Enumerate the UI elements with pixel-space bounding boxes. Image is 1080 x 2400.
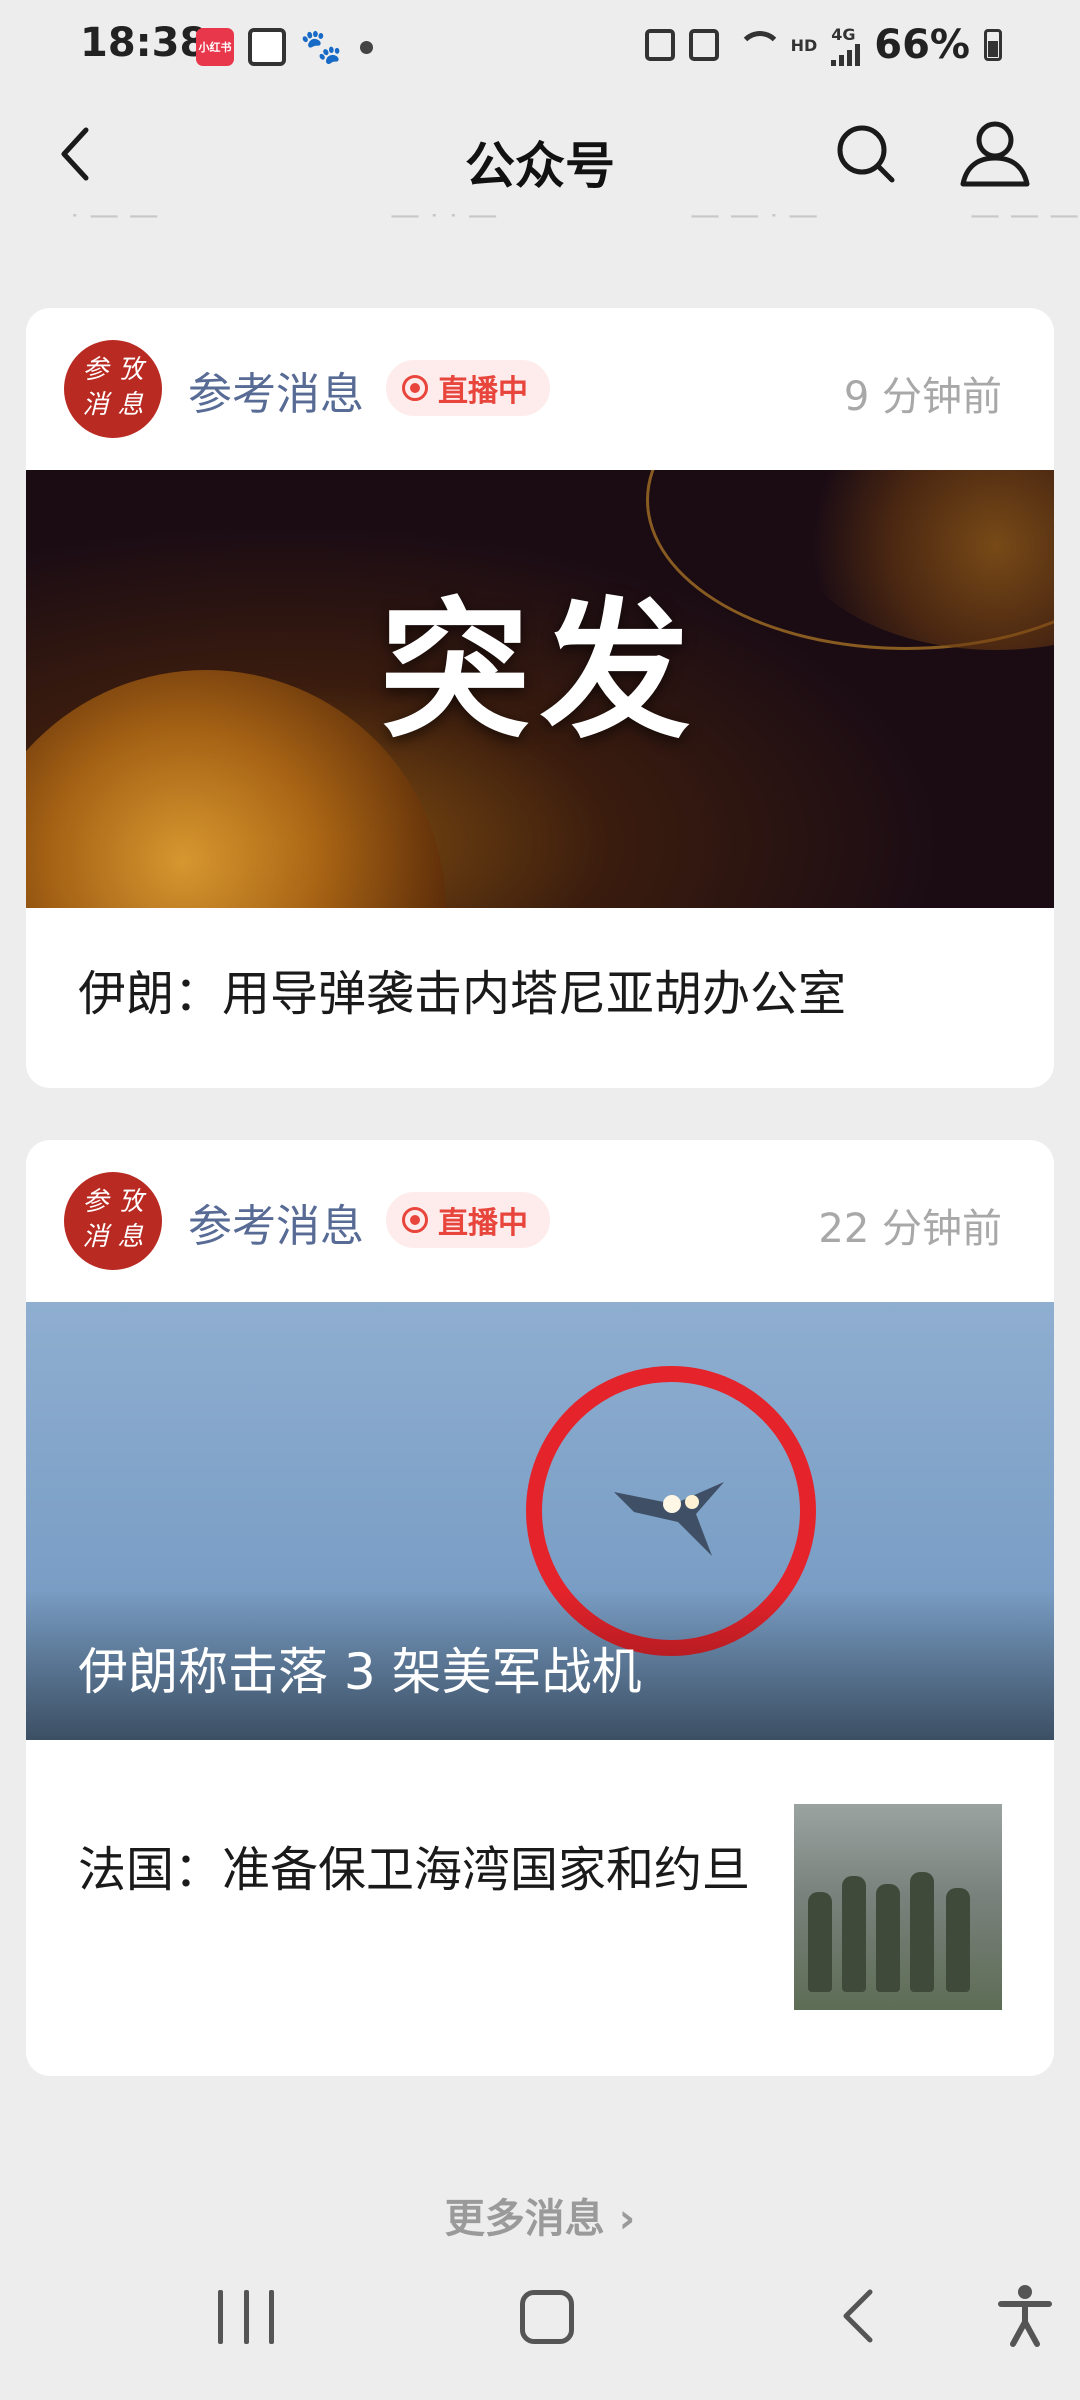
live-dot-icon (402, 1207, 428, 1233)
accessibility-icon[interactable] (995, 2282, 1055, 2348)
post-time: 22 分钟前 (818, 1206, 1002, 1252)
page-title: 公众号 (465, 137, 615, 195)
live-label: 直播中 (438, 374, 528, 409)
gallery-icon (248, 28, 286, 66)
profile-icon (960, 121, 1030, 187)
soldier-figure (876, 1884, 900, 1992)
system-indicators: HD 4G 66% (644, 22, 1002, 68)
article-title[interactable]: 法国：准备保卫海湾国家和约旦 (78, 1836, 798, 1904)
fighter-jet-graphic (614, 1482, 724, 1556)
signal-icon (831, 43, 861, 66)
article-card[interactable]: 参攷 消息 参考消息 直播中 22 分钟前 伊朗称击落 3 架美军战机 法国：准… (26, 1140, 1054, 2076)
soldier-figure (946, 1888, 970, 1992)
live-badge[interactable]: 直播中 (386, 1192, 550, 1248)
article-cover-image[interactable]: 突发 (26, 470, 1054, 908)
live-label: 直播中 (438, 1206, 528, 1241)
peek-item: · — — (70, 214, 159, 233)
system-navigation-bar (0, 2260, 1080, 2400)
more-messages-link[interactable]: 更多消息 › (0, 2186, 1080, 2244)
card-header: 参攷 消息 参考消息 直播中 9 分钟前 (26, 308, 1054, 470)
post-time: 9 分钟前 (843, 374, 1002, 420)
message-icon (644, 29, 675, 61)
account-avatar[interactable]: 参攷 消息 (64, 340, 162, 438)
card-header: 参攷 消息 参考消息 直播中 22 分钟前 (26, 1140, 1054, 1302)
sim-icon (688, 29, 719, 61)
live-badge[interactable]: 直播中 (386, 360, 550, 416)
xiaohongshu-icon: 小红书 (196, 28, 234, 66)
account-name[interactable]: 参考消息 (188, 358, 364, 422)
baidu-icon: 🐾 (300, 27, 343, 67)
peek-item: — · · — (390, 214, 498, 233)
soldier-figure (808, 1892, 832, 1992)
article-card[interactable]: 参攷 消息 参考消息 直播中 9 分钟前 突发 伊朗：用导弹袭击内塔尼亚胡办公室 (26, 308, 1054, 1088)
search-icon (837, 125, 895, 183)
screen: 18:38 小红书 🐾 HD 4G 66% 公众号 · — — — · · — … (0, 0, 1080, 2400)
hd-label: HD (790, 35, 818, 55)
article-title[interactable]: 伊朗：用导弹袭击内塔尼亚胡办公室 (78, 954, 846, 1024)
avatar-logo: 参攷 消息 (82, 355, 144, 420)
more-notifications-dot-icon (360, 40, 373, 54)
soldier-figure (910, 1872, 934, 1992)
list-item[interactable]: 法国：准备保卫海湾国家和约旦 (26, 1740, 1054, 2076)
soldier-figure (842, 1876, 866, 1992)
notification-icons: 小红书 🐾 (196, 28, 373, 66)
cover-headline: 突发 (379, 585, 700, 759)
article-thumbnail[interactable] (794, 1804, 1002, 2010)
nav-bar: 公众号 (0, 96, 1080, 216)
profile-button[interactable] (955, 118, 1035, 190)
battery-percent: 66% (874, 22, 970, 68)
battery-icon (984, 29, 1002, 61)
wifi-icon (733, 27, 783, 63)
account-name[interactable]: 参考消息 (188, 1190, 364, 1254)
network-type-label: 4G (831, 24, 856, 44)
scrolled-content-peek: · — — — · · — — — · — — — — (0, 214, 1080, 238)
recent-apps-icon[interactable] (218, 2290, 274, 2350)
status-time: 18:38 (80, 20, 208, 66)
article-cover-image[interactable]: 伊朗称击落 3 架美军战机 (26, 1302, 1054, 1740)
cover-caption: 伊朗称击落 3 架美军战机 (78, 1643, 642, 1701)
back-icon[interactable] (830, 2286, 890, 2346)
peek-item: — — · — (690, 214, 819, 233)
peek-item: — — — (970, 214, 1080, 233)
status-bar: 18:38 小红书 🐾 HD 4G 66% (0, 0, 1080, 96)
avatar-logo: 参攷 消息 (82, 1187, 144, 1252)
live-dot-icon (402, 375, 428, 401)
search-button[interactable] (830, 118, 902, 190)
home-icon[interactable] (520, 2290, 574, 2344)
account-avatar[interactable]: 参攷 消息 (64, 1172, 162, 1270)
